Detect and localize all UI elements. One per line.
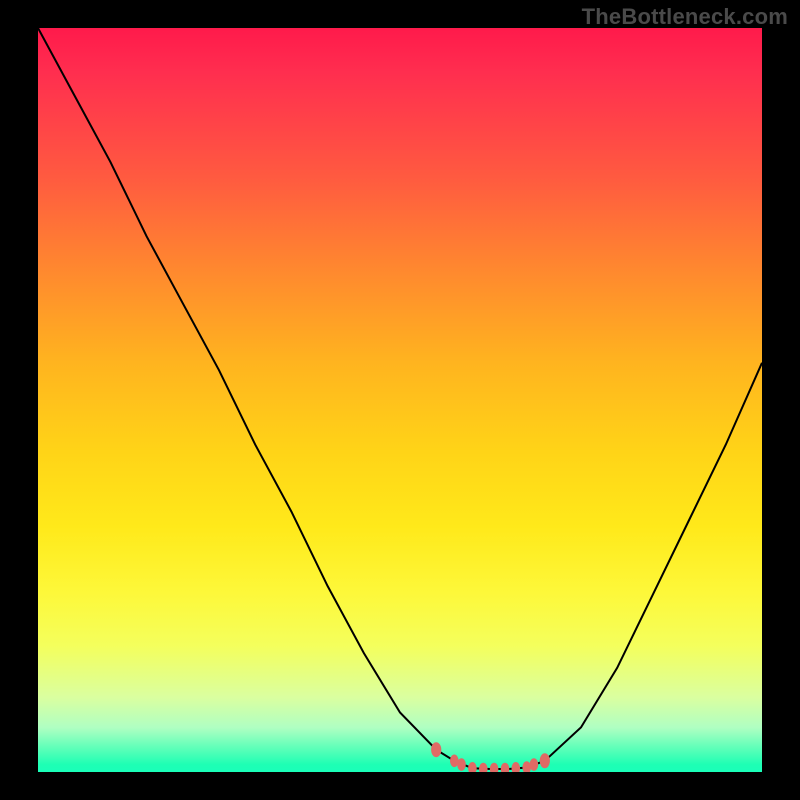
bottleneck-curve bbox=[38, 28, 762, 769]
marker-dot bbox=[479, 763, 488, 772]
marker-dot bbox=[512, 762, 521, 772]
marker-dot bbox=[522, 761, 531, 772]
marker-dot bbox=[468, 762, 477, 772]
curve-group bbox=[38, 28, 762, 769]
watermark-text: TheBottleneck.com bbox=[582, 4, 788, 30]
marker-dot bbox=[431, 742, 441, 757]
marker-dot bbox=[530, 758, 539, 771]
marker-dot bbox=[540, 753, 550, 768]
marker-dot bbox=[457, 758, 466, 771]
marker-dot bbox=[501, 763, 510, 772]
plot-area bbox=[38, 28, 762, 772]
chart-frame: TheBottleneck.com bbox=[0, 0, 800, 800]
marker-dot bbox=[490, 763, 499, 772]
chart-svg bbox=[38, 28, 762, 772]
